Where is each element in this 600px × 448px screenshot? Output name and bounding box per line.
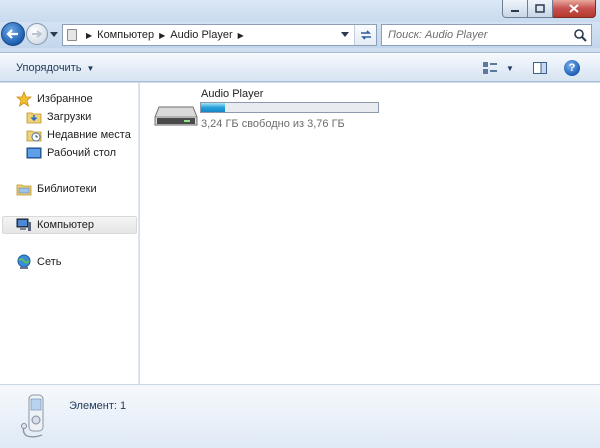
view-options-icon (483, 62, 497, 74)
preview-pane-icon (533, 62, 547, 74)
sidebar-item-computer[interactable]: Компьютер (2, 216, 137, 234)
item-count: Элемент: 1 (69, 400, 127, 412)
preview-pane-button[interactable] (532, 60, 548, 76)
sidebar-item-downloads[interactable]: Загрузки (26, 108, 91, 126)
sidebar-item-label: Избранное (37, 93, 93, 105)
breadcrumb-separator-icon[interactable]: ▶ (159, 31, 165, 40)
sidebar-item-label: Библиотеки (37, 183, 97, 195)
minimize-button[interactable] (502, 0, 528, 18)
breadcrumb-computer[interactable]: Компьютер (97, 29, 154, 41)
content-area: Audio Player 3,24 ГБ свободно из 3,76 ГБ (140, 83, 600, 384)
downloads-folder-icon (26, 109, 42, 125)
removable-drive-icon (154, 106, 198, 126)
chevron-down-icon (341, 32, 349, 37)
capacity-bar-fill (201, 103, 226, 112)
drive-free-space: 3,24 ГБ свободно из 3,76 ГБ (201, 118, 345, 130)
breadcrumb-separator-icon[interactable]: ▶ (86, 31, 92, 40)
help-button[interactable]: ? (564, 60, 580, 76)
search-icon[interactable] (573, 28, 587, 45)
sidebar-item-network[interactable]: Сеть (16, 253, 61, 271)
capacity-bar (200, 102, 379, 113)
close-icon (569, 4, 579, 13)
network-icon (16, 254, 32, 270)
arrow-right-icon (32, 30, 43, 38)
refresh-icon (360, 30, 371, 40)
recent-places-icon (26, 127, 42, 143)
sidebar-item-recent-places[interactable]: Недавние места (26, 126, 131, 144)
navigation-row: ▶ Компьютер ▶ Audio Player ▶ (0, 22, 600, 48)
drive-name: Audio Player (201, 88, 264, 100)
sidebar-item-label: Недавние места (47, 129, 131, 141)
title-bar (0, 0, 600, 22)
chevron-down-icon (50, 32, 58, 37)
sidebar-item-label: Компьютер (37, 219, 94, 231)
organize-label: Упорядочить (16, 62, 82, 74)
minimize-icon (511, 9, 519, 12)
libraries-icon (16, 181, 32, 197)
sidebar-item-label: Сеть (37, 256, 62, 268)
desktop-icon (26, 145, 42, 161)
breadcrumb-audio-player[interactable]: Audio Player (170, 29, 232, 41)
drive-item-audio-player[interactable]: Audio Player 3,24 ГБ свободно из 3,76 ГБ (154, 87, 384, 131)
command-bar: Упорядочить ▼ ▼ ? (0, 52, 600, 82)
breadcrumb-separator-icon[interactable]: ▶ (238, 31, 244, 40)
arrow-left-icon (6, 29, 18, 39)
mp3-player-icon (21, 394, 44, 438)
chevron-down-icon[interactable]: ▼ (506, 64, 514, 73)
caption-buttons (502, 0, 596, 18)
maximize-button[interactable] (528, 0, 553, 18)
back-button[interactable] (1, 22, 25, 46)
sidebar-item-favorites[interactable]: Избранное (15, 90, 93, 108)
organize-button[interactable]: Упорядочить ▼ (10, 59, 100, 77)
details-pane: Элемент: 1 (0, 384, 600, 448)
sidebar-item-desktop[interactable]: Рабочий стол (26, 144, 116, 162)
drive-small-icon (67, 29, 77, 41)
address-history-dropdown[interactable] (338, 25, 352, 45)
forward-button[interactable] (26, 23, 48, 45)
refresh-button[interactable] (354, 25, 376, 45)
maximize-icon (535, 4, 545, 13)
sidebar-item-label: Рабочий стол (47, 147, 117, 159)
sidebar-item-label: Загрузки (47, 111, 92, 123)
recent-pages-dropdown[interactable] (50, 29, 58, 41)
address-bar[interactable]: ▶ Компьютер ▶ Audio Player ▶ (62, 24, 377, 46)
computer-icon (16, 217, 32, 233)
close-button[interactable] (553, 0, 596, 18)
search-input[interactable] (382, 25, 570, 45)
sidebar-item-libraries[interactable]: Библиотеки (16, 180, 97, 198)
navigation-pane: Избранное Загрузки Недавние места Рабочи… (0, 83, 139, 384)
star-icon (15, 90, 33, 107)
chevron-down-icon: ▼ (86, 63, 95, 73)
search-box[interactable] (381, 24, 592, 46)
change-view-button[interactable]: ▼ (482, 60, 518, 76)
help-icon: ? (568, 62, 576, 74)
